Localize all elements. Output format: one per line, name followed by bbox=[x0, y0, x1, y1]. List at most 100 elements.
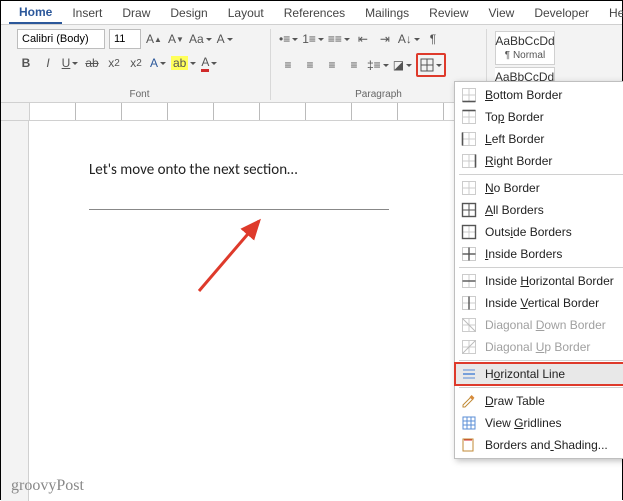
ribbon-tab-view[interactable]: View bbox=[479, 3, 525, 23]
menu-item-label: Borders and Shading... bbox=[485, 438, 608, 452]
italic-button[interactable]: I bbox=[39, 53, 57, 73]
bold-button[interactable]: B bbox=[17, 53, 35, 73]
menu-item-label: Outside Borders bbox=[485, 225, 572, 239]
border-none-icon bbox=[461, 180, 477, 196]
menu-item-border-all[interactable]: All Borders bbox=[455, 199, 623, 221]
vertical-ruler[interactable] bbox=[1, 121, 29, 501]
multilevel-button[interactable]: ≡≡ bbox=[328, 29, 350, 49]
font-size-combo[interactable] bbox=[109, 29, 141, 49]
border-left-icon bbox=[461, 131, 477, 147]
ribbon-tab-help[interactable]: Help bbox=[599, 3, 623, 23]
menu-item-label: All Borders bbox=[485, 203, 544, 217]
justify-button[interactable]: ≡ bbox=[345, 55, 363, 75]
hline-icon bbox=[461, 366, 477, 382]
menu-item-label: Bottom Border bbox=[485, 88, 562, 102]
indent-right-button[interactable]: ⇥ bbox=[376, 29, 394, 49]
menu-item-label: Diagonal Down Border bbox=[485, 318, 606, 332]
borders-button[interactable] bbox=[416, 53, 446, 77]
menu-item-border-bottom[interactable]: Bottom Border bbox=[455, 84, 623, 106]
ribbon-tab-developer[interactable]: Developer bbox=[524, 3, 599, 23]
menu-separator bbox=[459, 267, 623, 268]
style-preview-text: AaBbCcDd bbox=[495, 34, 554, 48]
menu-item-label: Right Border bbox=[485, 154, 552, 168]
menu-item-border-top[interactable]: Top Border bbox=[455, 106, 623, 128]
border-grid-icon bbox=[420, 58, 434, 72]
menu-separator bbox=[459, 387, 623, 388]
menu-item-border-inside[interactable]: Inside Borders bbox=[455, 243, 623, 265]
align-center-button[interactable]: ≡ bbox=[301, 55, 319, 75]
menu-item-label: View Gridlines bbox=[485, 416, 562, 430]
watermark-text: groovyPost bbox=[11, 477, 84, 495]
menu-separator bbox=[459, 174, 623, 175]
superscript-button[interactable]: x2 bbox=[127, 53, 145, 73]
align-right-button[interactable]: ≡ bbox=[323, 55, 341, 75]
shrink-font-button[interactable]: A▼ bbox=[167, 29, 185, 49]
sort-button[interactable]: A↓ bbox=[398, 29, 420, 49]
menu-item-label: No Border bbox=[485, 181, 540, 195]
subscript-button[interactable]: x2 bbox=[105, 53, 123, 73]
ribbon-tab-insert[interactable]: Insert bbox=[62, 3, 112, 23]
underline-button[interactable]: U bbox=[61, 53, 79, 73]
menu-item-border-ih[interactable]: Inside Horizontal Border bbox=[455, 270, 623, 292]
menu-item-draw-table[interactable]: Draw Table bbox=[455, 390, 623, 412]
annotation-arrow-icon bbox=[189, 211, 289, 301]
border-ih-icon bbox=[461, 273, 477, 289]
border-inside-icon bbox=[461, 246, 477, 262]
menu-item-label: Top Border bbox=[485, 110, 544, 124]
border-all-icon bbox=[461, 202, 477, 218]
style-normal[interactable]: AaBbCcDd ¶ Normal bbox=[495, 31, 555, 65]
gridlines-icon bbox=[461, 415, 477, 431]
border-top-icon bbox=[461, 109, 477, 125]
border-diag-up-icon bbox=[461, 339, 477, 355]
line-spacing-button[interactable]: ‡≡ bbox=[367, 55, 389, 75]
menu-item-gridlines[interactable]: View Gridlines bbox=[455, 412, 623, 434]
ribbon-tab-draw[interactable]: Draw bbox=[112, 3, 160, 23]
menu-item-label: Inside Horizontal Border bbox=[485, 274, 614, 288]
ribbon-tab-layout[interactable]: Layout bbox=[218, 3, 274, 23]
bullets-button[interactable]: •≡ bbox=[279, 29, 298, 49]
menu-item-label: Draw Table bbox=[485, 394, 545, 408]
border-bottom-icon bbox=[461, 87, 477, 103]
font-group: A▲ A▼ Aa A B I U ab x2 x2 A ab A Font bbox=[9, 29, 271, 100]
clear-format-button[interactable]: A bbox=[216, 29, 234, 49]
borders-shading-icon bbox=[461, 437, 477, 453]
ribbon-tab-references[interactable]: References bbox=[274, 3, 355, 23]
align-left-button[interactable]: ≡ bbox=[279, 55, 297, 75]
menu-item-borders-shading[interactable]: Borders and Shading... bbox=[455, 434, 623, 456]
menu-item-label: Diagonal Up Border bbox=[485, 340, 590, 354]
border-right-icon bbox=[461, 153, 477, 169]
menu-item-border-right[interactable]: Right Border bbox=[455, 150, 623, 172]
show-marks-button[interactable]: ¶ bbox=[424, 29, 442, 49]
ribbon-tabs: HomeInsertDrawDesignLayoutReferencesMail… bbox=[1, 1, 622, 25]
menu-separator bbox=[459, 360, 623, 361]
menu-item-border-iv[interactable]: Inside Vertical Border bbox=[455, 292, 623, 314]
menu-item-hline[interactable]: Horizontal Line bbox=[455, 363, 623, 385]
style-normal-label: ¶ Normal bbox=[505, 50, 545, 61]
ribbon-tab-review[interactable]: Review bbox=[419, 3, 478, 23]
menu-item-border-diag-down: Diagonal Down Border bbox=[455, 314, 623, 336]
menu-item-label: Left Border bbox=[485, 132, 544, 146]
ribbon-tab-home[interactable]: Home bbox=[9, 2, 62, 24]
draw-table-icon bbox=[461, 393, 477, 409]
font-name-combo[interactable] bbox=[17, 29, 105, 49]
menu-item-label: Inside Vertical Border bbox=[485, 296, 599, 310]
grow-font-button[interactable]: A▲ bbox=[145, 29, 163, 49]
font-group-label: Font bbox=[17, 87, 262, 100]
highlight-button[interactable]: ab bbox=[171, 53, 196, 73]
paragraph-group-label: Paragraph bbox=[279, 87, 478, 100]
text-effects-button[interactable]: A bbox=[149, 53, 167, 73]
menu-item-border-left[interactable]: Left Border bbox=[455, 128, 623, 150]
change-case-button[interactable]: Aa bbox=[189, 29, 212, 49]
border-diag-down-icon bbox=[461, 317, 477, 333]
ribbon-tab-mailings[interactable]: Mailings bbox=[355, 3, 419, 23]
menu-item-border-outside[interactable]: Outside Borders bbox=[455, 221, 623, 243]
strike-button[interactable]: ab bbox=[83, 53, 101, 73]
menu-item-label: Horizontal Line bbox=[485, 367, 565, 381]
font-color-button[interactable]: A bbox=[200, 53, 218, 73]
indent-left-button[interactable]: ⇤ bbox=[354, 29, 372, 49]
ribbon-tab-design[interactable]: Design bbox=[160, 3, 217, 23]
shading-button[interactable]: ◪ bbox=[393, 55, 412, 75]
menu-item-border-none[interactable]: No Border bbox=[455, 177, 623, 199]
borders-dropdown-menu: Bottom Border Top Border Left Border Right … bbox=[454, 81, 623, 459]
numbering-button[interactable]: 1≡ bbox=[302, 29, 324, 49]
